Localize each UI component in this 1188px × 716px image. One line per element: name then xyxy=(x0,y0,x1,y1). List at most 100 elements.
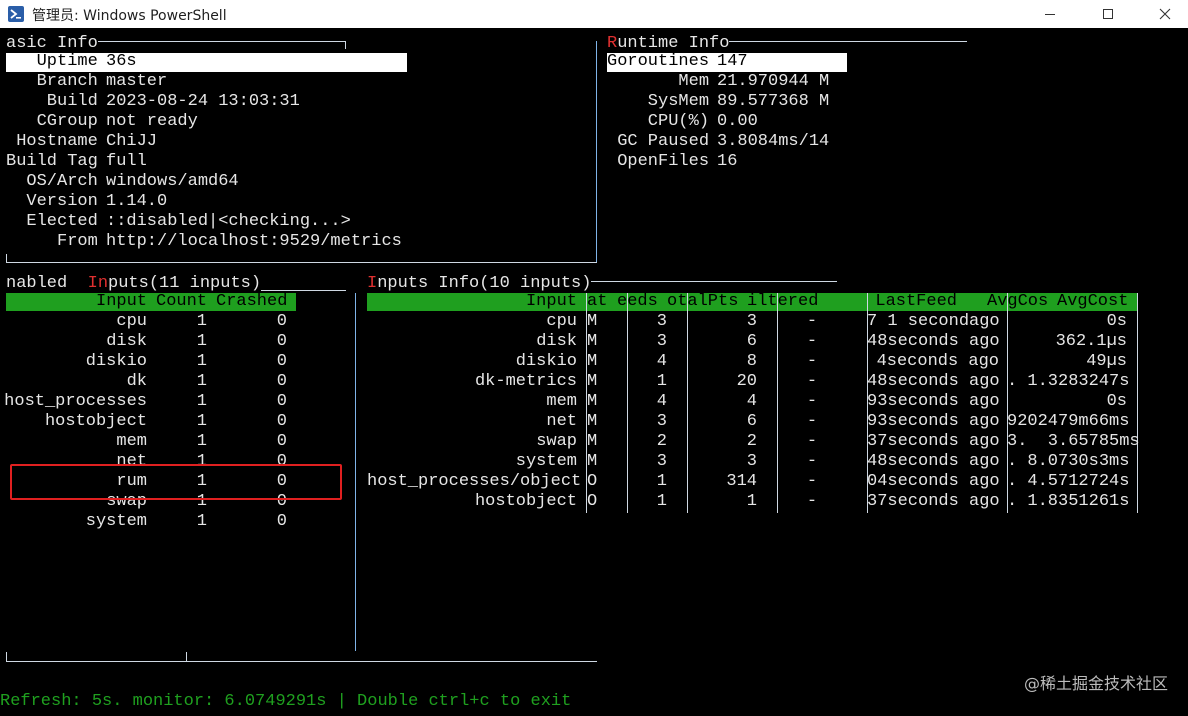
inputs-info-filtered: - xyxy=(806,392,818,411)
inputs-info-avgcost: . 1.8351261s xyxy=(1007,492,1130,511)
inputs-info-input: cpu xyxy=(546,312,577,331)
basic-info-label: OS/Arch xyxy=(6,172,98,191)
inputs-info-totalpts: 6 xyxy=(746,332,757,351)
inputs-info-avgcost: 362.1µs xyxy=(1055,332,1127,351)
watermark: @稀土掘金技术社区 xyxy=(1023,674,1168,693)
inputs-info-feeds: 3 xyxy=(656,332,667,351)
enabled-input-name: diskio xyxy=(85,352,147,371)
basic-info-value: 2023-08-24 13:03:31 xyxy=(106,92,300,111)
runtime-info-title: Runtime Info xyxy=(607,34,730,54)
inputs-info-lastfeed: 48seconds ago xyxy=(867,332,1000,351)
inputs-info-cat: M xyxy=(587,332,598,351)
enabled-input-name: host_processes xyxy=(4,392,147,411)
inputs-info-filtered: - xyxy=(806,332,818,351)
runtime-info-title-first: R xyxy=(607,34,618,53)
inputs-info-feeds: 2 xyxy=(656,432,667,451)
inputs-info-header-cat: at xyxy=(587,292,608,311)
inputs-info-filtered: - xyxy=(806,412,818,431)
inputs-info-column-separator xyxy=(1137,293,1138,513)
inputs-info-cat: M xyxy=(587,392,598,411)
basic-info-value: windows/amd64 xyxy=(106,172,239,191)
inputs-info-lastfeed: 48seconds ago xyxy=(867,372,1000,391)
inputs-info-cat: O xyxy=(587,472,598,491)
inputs-info-feeds: 4 xyxy=(656,392,667,411)
window-titlebar[interactable]: 管理员: Windows PowerShell xyxy=(0,0,1188,28)
inputs-info-input: host_processes/object xyxy=(367,472,582,491)
basic-info-value: ::disabled|<checking...> xyxy=(106,212,351,231)
inputs-info-filtered: - xyxy=(806,312,818,331)
inputs-info-input: system xyxy=(515,452,577,471)
close-button[interactable] xyxy=(1142,0,1188,28)
basic-info-label: Hostname xyxy=(6,132,98,151)
inputs-info-cat: M xyxy=(587,452,598,471)
enabled-input-crashed: 0 xyxy=(276,352,287,371)
enabled-input-crashed: 0 xyxy=(276,372,287,391)
basic-info-label: Build xyxy=(6,92,98,111)
inputs-info-avgcost: . 8.0730s3ms xyxy=(1007,452,1130,471)
minimize-button[interactable] xyxy=(1027,0,1073,28)
inputs-info-totalpts: 4 xyxy=(746,392,757,411)
inputs-info-input: diskio xyxy=(515,352,577,371)
inputs-info-filtered: - xyxy=(806,452,818,471)
runtime-info-value: 21.970944 M xyxy=(717,72,830,91)
inputs-info-totalpts: 8 xyxy=(746,352,757,371)
inputs-info-feeds: 1 xyxy=(656,492,667,511)
inputs-info-header-input: Input xyxy=(525,292,577,311)
inputs-info-header-avgcos: AvgCos xyxy=(987,292,1049,311)
enabled-inputs-title-b: In xyxy=(87,274,109,293)
enabled-input-count: 1 xyxy=(196,332,207,351)
enabled-inputs-title-a: nabled xyxy=(6,274,88,293)
inputs-info-feeds: 3 xyxy=(656,452,667,471)
basic-info-value: 36s xyxy=(106,52,137,71)
enabled-input-name: disk xyxy=(106,332,147,351)
basic-info-value: not ready xyxy=(106,112,198,131)
inputs-info-totalpts: 2 xyxy=(746,432,757,451)
inputs-info-input: disk xyxy=(536,332,577,351)
inputs-info-avgcost: . 4.5712724s xyxy=(1007,472,1130,491)
inputs-info-lastfeed: 93seconds ago xyxy=(867,392,1000,411)
basic-info-label: Build Tag xyxy=(6,152,98,171)
inputs-info-cat: M xyxy=(587,432,598,451)
basic-info-label: From xyxy=(6,232,98,251)
inputs-info-avgcost: 0s xyxy=(1106,392,1127,411)
maximize-button[interactable] xyxy=(1085,0,1131,28)
enabled-inputs-border-right xyxy=(355,293,356,651)
inputs-info-feeds: 4 xyxy=(656,352,667,371)
inputs-info-totalpts: 6 xyxy=(746,412,757,431)
inputs-info-filtered: - xyxy=(806,492,818,511)
status-bar: Refresh: 5s. monitor: 6.0749291s | Doubl… xyxy=(0,692,572,711)
enabled-inputs-title: nabled Inputs(11 inputs) xyxy=(6,274,262,294)
terminal[interactable]: asic Info Uptime 36s Branch master Build 20… xyxy=(0,28,1188,716)
inputs-info-input: dk-metrics xyxy=(474,372,577,391)
inputs-info-cat: M xyxy=(587,412,598,431)
inputs-info-input: mem xyxy=(546,392,577,411)
inputs-info-header-avgcost: AvgCost xyxy=(1057,292,1129,311)
inputs-info-title-rest: nputs Info(10 inputs) xyxy=(377,274,592,293)
enabled-input-crashed: 0 xyxy=(276,312,287,331)
inputs-info-avgcost: 0s xyxy=(1106,312,1127,331)
enabled-input-count: 1 xyxy=(196,372,207,391)
enabled-input-count: 1 xyxy=(196,352,207,371)
inputs-info-lastfeed: 37seconds ago xyxy=(867,432,1000,451)
enabled-inputs-border-bottom xyxy=(6,661,597,662)
inputs-info-totalpts: 1 xyxy=(746,492,757,511)
basic-info-label: Uptime xyxy=(6,52,98,71)
enabled-input-count: 1 xyxy=(196,412,207,431)
inputs-info-cat: M xyxy=(587,312,598,331)
inputs-info-filtered: - xyxy=(806,352,818,371)
inputs-info-feeds: 1 xyxy=(656,372,667,391)
basic-info-border-right xyxy=(596,41,597,263)
inputs-info-filtered: - xyxy=(806,372,818,391)
window-title: 管理员: Windows PowerShell xyxy=(32,8,227,24)
enabled-input-count: 1 xyxy=(196,312,207,331)
inputs-info-feeds: 3 xyxy=(656,312,667,331)
runtime-info-title-rest: untime Info xyxy=(617,34,730,53)
border-tick-b xyxy=(186,652,187,662)
enabled-input-name: cpu xyxy=(116,312,147,331)
inputs-info-title: Inputs Info(10 inputs) xyxy=(367,274,592,294)
border-tick-a xyxy=(6,652,7,662)
enabled-input-name: dk xyxy=(126,372,147,391)
basic-info-value: ChiJJ xyxy=(106,132,158,151)
inputs-info-title-first: I xyxy=(367,274,378,293)
enabled-input-name: hostobject xyxy=(44,412,147,431)
